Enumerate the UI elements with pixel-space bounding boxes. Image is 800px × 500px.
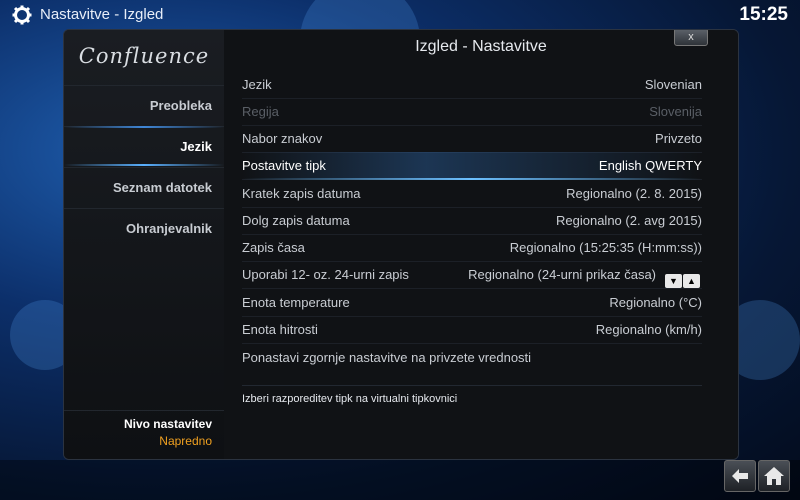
- setting-label: Regija: [242, 104, 279, 119]
- setting-value: Regionalno (°C): [609, 295, 702, 310]
- setting-label: Uporabi 12- oz. 24-urni zapis: [242, 267, 409, 282]
- setting-row-dolg-zapis-datuma[interactable]: Dolg zapis datuma Regionalno (2. avg 201…: [242, 207, 702, 235]
- arrow-up-icon[interactable]: ▲: [683, 274, 700, 288]
- setting-row-zapis-casa[interactable]: Zapis časa Regionalno (15:25:35 (H:mm:ss…: [242, 234, 702, 262]
- setting-label: Nabor znakov: [242, 131, 323, 146]
- setting-row-jezik[interactable]: Jezik Slovenian: [242, 71, 702, 99]
- clock: 15:25: [739, 4, 788, 25]
- setting-row-postavitve-tipk[interactable]: Postavitve tipk English QWERTY: [242, 152, 702, 180]
- top-bar: Nastavitve - Izgled 15:25: [0, 0, 800, 30]
- settings-dialog: Confluence Preobleka Jezik Seznam datote…: [63, 29, 739, 460]
- setting-label: Zapis časa: [242, 240, 305, 255]
- setting-value: Privzeto: [655, 131, 702, 146]
- setting-label: Enota hitrosti: [242, 322, 318, 337]
- setting-label: Ponastavi zgornje nastavitve na privzete…: [242, 350, 532, 365]
- setting-value: Slovenian: [644, 77, 702, 92]
- setting-value: Regionalno (24-urni prikaz časa): [468, 267, 656, 282]
- setting-row-kratek-zapis-datuma[interactable]: Kratek zapis datuma Regionalno (2. 8. 20…: [242, 180, 702, 208]
- breadcrumb: Nastavitve - Izgled: [40, 6, 164, 23]
- settings-panel: Izgled - Nastavitve x Jezik Slovenian Re…: [224, 30, 738, 459]
- setting-label: Postavitve tipk: [242, 158, 326, 173]
- sidebar-item-preobleka[interactable]: Preobleka: [64, 85, 224, 125]
- setting-value: Slovenija: [649, 104, 702, 119]
- settings-level[interactable]: Nivo nastavitev Napredno: [64, 410, 224, 458]
- setting-row-enota-hitrosti[interactable]: Enota hitrosti Regionalno (km/h): [242, 316, 702, 344]
- back-arrow-icon: [732, 469, 748, 483]
- settings-level-label: Nivo nastavitev: [123, 417, 212, 431]
- setting-value: Regionalno (2. avg 2015): [556, 213, 702, 228]
- skin-logo: Confluence: [78, 44, 210, 68]
- setting-row-nabor-znakov[interactable]: Nabor znakov Privzeto: [242, 125, 702, 153]
- sidebar-item-ohranjevalnik[interactable]: Ohranjevalnik: [64, 208, 224, 248]
- arrow-down-icon[interactable]: ▼: [665, 274, 682, 288]
- setting-label: Jezik: [242, 77, 272, 92]
- gear-icon: [12, 5, 32, 25]
- sidebar: Confluence Preobleka Jezik Seznam datote…: [64, 30, 225, 459]
- value-spinner: ▼ ▲: [664, 266, 702, 288]
- setting-description: Izberi razporeditev tipk na virtualni ti…: [242, 393, 458, 405]
- setting-value: Regionalno (km/h): [595, 322, 702, 337]
- setting-row-enota-temperature[interactable]: Enota temperature Regionalno (°C): [242, 289, 702, 317]
- bottom-bar: [0, 460, 800, 500]
- setting-label: Enota temperature: [242, 295, 350, 310]
- divider: [242, 385, 702, 386]
- back-button[interactable]: [724, 460, 756, 492]
- dialog-title: Izgled - Nastavitve: [415, 38, 547, 55]
- setting-value: Regionalno (2. 8. 2015): [566, 186, 702, 201]
- home-button[interactable]: [758, 460, 790, 492]
- setting-row-urni-zapis[interactable]: Uporabi 12- oz. 24-urni zapis Regionalno…: [242, 261, 702, 289]
- setting-label: Dolg zapis datuma: [242, 213, 350, 228]
- setting-value: English QWERTY: [598, 158, 702, 173]
- home-icon: [764, 467, 784, 485]
- settings-level-value: Napredno: [159, 434, 212, 448]
- setting-row-ponastavi[interactable]: Ponastavi zgornje nastavitve na privzete…: [242, 344, 702, 371]
- close-button[interactable]: x: [674, 30, 708, 46]
- sidebar-item-jezik[interactable]: Jezik: [64, 126, 224, 166]
- sidebar-item-seznam-datotek[interactable]: Seznam datotek: [64, 167, 224, 207]
- setting-value: Regionalno (15:25:35 (H:mm:ss)): [509, 240, 702, 255]
- setting-label: Kratek zapis datuma: [242, 186, 361, 201]
- setting-row-regija: Regija Slovenija: [242, 98, 702, 126]
